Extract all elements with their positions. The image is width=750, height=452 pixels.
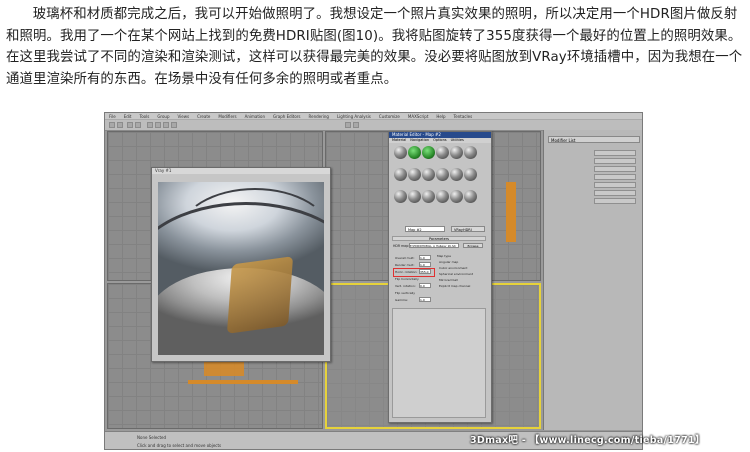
redo-icon — [117, 122, 123, 128]
hdri-preview-image — [158, 182, 324, 355]
article-paragraph: 玻璃杯和材质都完成之后，我可以开始做照明了。我想设定一个照片真实效果的照明，所以… — [6, 7, 743, 87]
menu-item-group: Group — [157, 114, 170, 119]
vray-window-title: Vray #1 — [152, 168, 330, 174]
sample-slot — [408, 168, 421, 181]
angular-map-option: Angular map — [439, 260, 459, 264]
map-type-group-label: Map type — [437, 254, 451, 258]
watermark: 3Dmax吧 - 【www.linecg.com/tieba/1771】 — [470, 435, 705, 446]
hdr-map-path: E:\HDR\DH036LL_A_Hallway_2K.hdr — [409, 243, 459, 248]
menu-bar: File Edit Tools Group Views Create Modif… — [105, 113, 642, 120]
render-icon — [345, 122, 351, 128]
sample-slot — [422, 190, 435, 203]
render-mult-field: 1.0 — [419, 262, 431, 267]
menu-item-animation: Animation — [244, 114, 266, 119]
explicit-map-channel-option: Explicit map channel — [439, 284, 471, 288]
sample-slot — [436, 168, 449, 181]
rotate-icon — [163, 122, 169, 128]
cubic-environment-option: Cubic environment — [439, 266, 468, 270]
sample-slot — [394, 190, 407, 203]
cmd-button-2 — [594, 158, 636, 164]
sample-slot — [450, 190, 463, 203]
sample-slot — [464, 146, 477, 159]
sample-slot — [436, 146, 449, 159]
mirrored-ball-option: Mirrored ball — [439, 278, 458, 282]
sample-slot — [394, 146, 407, 159]
link-icon — [127, 122, 133, 128]
flip-horizontally-label: Flip horizontally — [395, 277, 419, 281]
overall-mult-field: 1.0 — [419, 255, 431, 260]
cmd-button-5 — [594, 182, 636, 188]
sample-slot — [394, 168, 407, 181]
scene-floor-line — [188, 380, 298, 384]
material-editor: Material Editor - Map #2 Material Naviga… — [388, 131, 492, 423]
cmd-button-1 — [594, 150, 636, 156]
vert-rotation-label: Vert. rotation: — [395, 284, 416, 288]
sample-slot — [450, 168, 463, 181]
map-name-field: Map #2 — [405, 226, 445, 232]
sample-slots — [394, 142, 478, 208]
menu-item-modifiers: Modifiers — [218, 114, 237, 119]
menu-item-edit: Edit — [123, 114, 132, 119]
sample-slot-hdr — [422, 146, 435, 159]
gamma-label: Gamma: — [395, 298, 408, 302]
menu-item-views: Views — [177, 114, 190, 119]
sample-slot — [450, 146, 463, 159]
sample-slot — [422, 168, 435, 181]
menu-item-create: Create — [197, 114, 211, 119]
menu-item-graph-editors: Graph Editors — [273, 114, 301, 119]
select-icon — [147, 122, 153, 128]
menu-item-maxscript: MAXScript — [407, 114, 429, 119]
browse-button: Browse — [463, 243, 483, 248]
menu-item-tentacles: Tentacles — [453, 114, 473, 119]
sample-slot — [464, 168, 477, 181]
move-icon — [155, 122, 161, 128]
menu-item-customize: Customize — [378, 114, 400, 119]
map-type-button: VRayHDRI — [451, 226, 485, 232]
menu-item-lighting: Lighting Analysis — [336, 114, 371, 119]
cmd-button-6 — [594, 190, 636, 196]
spherical-environment-option: Spherical environment — [439, 272, 474, 276]
menu-item-rendering: Rendering — [308, 114, 329, 119]
menu-item-file: File — [109, 114, 116, 119]
sample-slot — [436, 190, 449, 203]
vray-frame-buffer: Vray #1 — [151, 167, 331, 362]
teapot-icon — [353, 122, 359, 128]
menu-item-help: Help — [436, 114, 446, 119]
material-editor-empty-area — [392, 308, 486, 418]
status-prompt: Click and drag to select and move object… — [137, 443, 222, 448]
cmd-button-3 — [594, 166, 636, 172]
sample-slot — [464, 190, 477, 203]
scene-object-right — [506, 182, 516, 242]
unlink-icon — [135, 122, 141, 128]
render-mult-label: Render mult: — [395, 263, 415, 267]
modifier-list-dropdown: Modifier List — [548, 136, 640, 143]
scale-icon — [171, 122, 177, 128]
flip-vertically-label: Flip vertically — [395, 291, 416, 295]
hdr-map-label: HDR map: — [393, 244, 410, 248]
vert-rotation-field: 0.0 — [419, 283, 431, 288]
undo-icon — [109, 122, 115, 128]
cmd-button-4 — [594, 174, 636, 180]
command-panel: Modifier List — [543, 130, 642, 430]
parameters-rollout: Parameters — [392, 236, 486, 241]
cmd-button-7 — [594, 198, 636, 204]
menu-item-tools: Tools — [139, 114, 150, 119]
status-selection: None Selected — [137, 435, 167, 440]
sample-slot-hdr — [408, 146, 421, 159]
sample-slot — [408, 190, 421, 203]
horiz-rotation-highlight — [393, 268, 435, 277]
3dsmax-screenshot: File Edit Tools Group Views Create Modif… — [104, 112, 643, 450]
gamma-field: 1.0 — [419, 297, 431, 302]
overall-mult-label: Overall mult: — [395, 256, 415, 260]
